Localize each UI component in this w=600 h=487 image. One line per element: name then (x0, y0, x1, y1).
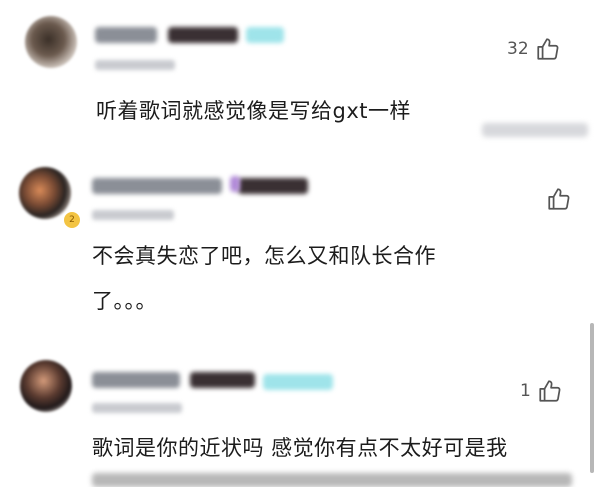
comment-text-overflow (92, 473, 572, 487)
avatar[interactable] (20, 360, 72, 412)
thumbs-up-icon (548, 188, 570, 210)
comment-meta (92, 210, 174, 220)
comment-item: 32 听着歌词就感觉像是写给gxt一样 (0, 0, 600, 150)
user-level-badge (263, 374, 333, 390)
user-badge (168, 27, 238, 43)
comment-text: 了。。。 (92, 289, 157, 313)
user-level-badge (230, 176, 240, 192)
like-button[interactable]: 1 (520, 378, 563, 404)
comment-text: 不会真失恋了吧，怎么又和队长合作 (92, 244, 436, 268)
like-count: 32 (507, 39, 529, 59)
avatar[interactable] (25, 16, 77, 68)
comment-item: 2 不会真失恋了吧，怎么又和队长合作 了。。。 (0, 150, 600, 330)
comment-text: 听着歌词就感觉像是写给gxt一样 (96, 99, 411, 123)
avatar[interactable] (19, 167, 71, 219)
comment-item: 1 歌词是你的近状吗 感觉你有点不太好可是我 (0, 330, 600, 487)
user-badge (238, 178, 308, 194)
like-button[interactable] (540, 186, 572, 212)
user-level-badge (246, 27, 284, 43)
like-button[interactable]: 32 (507, 36, 561, 62)
comment-meta (92, 403, 182, 413)
scrollbar[interactable] (590, 323, 594, 473)
vip-badge-icon: 2 (62, 210, 82, 230)
comment-text: 歌词是你的近状吗 感觉你有点不太好可是我 (92, 436, 508, 460)
username[interactable] (95, 27, 157, 43)
user-badge (190, 372, 255, 388)
username[interactable] (92, 178, 222, 194)
thumbs-up-icon (539, 380, 561, 402)
comment-extra (482, 123, 588, 137)
username[interactable] (92, 372, 180, 388)
like-count: 1 (520, 381, 531, 401)
comment-meta (95, 60, 175, 70)
thumbs-up-icon (537, 38, 559, 60)
